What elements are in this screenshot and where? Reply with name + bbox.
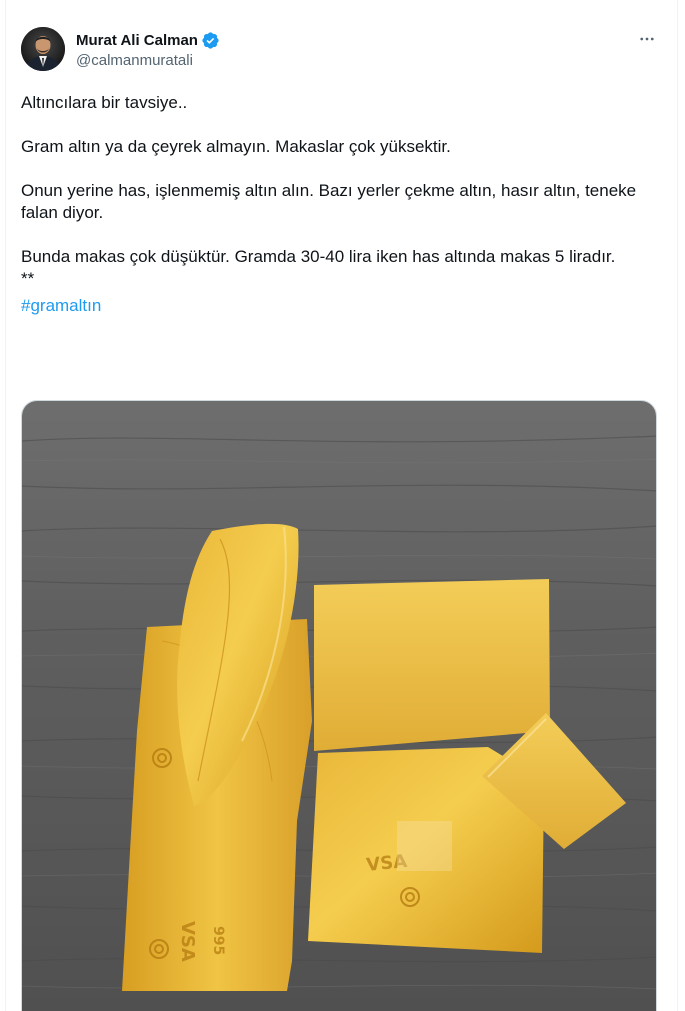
tweet-header: Murat Ali Calman @calmanmuratali bbox=[21, 27, 662, 75]
tweet-line-4: Bunda makas çok düşüktür. Gramda 30-40 l… bbox=[21, 247, 616, 266]
gold-photo-image: VSA 995 VSA bbox=[22, 401, 656, 1011]
author-handle[interactable]: @calmanmuratali bbox=[76, 52, 220, 69]
name-row: Murat Ali Calman bbox=[76, 30, 220, 50]
hashtag-link[interactable]: #gramaltın bbox=[21, 296, 101, 315]
tweet-text: Altıncılara bir tavsiye.. Gram altın ya … bbox=[21, 92, 662, 317]
stamp-text-vsa: VSA bbox=[177, 921, 198, 962]
tweet-line-5: ** bbox=[21, 269, 35, 288]
tweet-card: Murat Ali Calman @calmanmuratali Altıncı… bbox=[5, 0, 678, 1011]
author-names: Murat Ali Calman @calmanmuratali bbox=[76, 30, 220, 69]
tweet-line-3: Onun yerine has, işlenmemiş altın alın. … bbox=[21, 181, 637, 222]
tweet-line-1: Altıncılara bir tavsiye.. bbox=[21, 93, 188, 112]
more-horizontal-icon[interactable] bbox=[634, 29, 660, 49]
verified-badge-icon[interactable] bbox=[201, 31, 220, 50]
avatar[interactable] bbox=[21, 27, 65, 71]
author-display-name[interactable]: Murat Ali Calman bbox=[76, 32, 198, 49]
tweet-line-2: Gram altın ya da çeyrek almayın. Makasla… bbox=[21, 137, 451, 156]
stamp-text-995: 995 bbox=[210, 926, 226, 955]
avatar-image bbox=[21, 27, 65, 71]
tweet-photo[interactable]: VSA 995 VSA bbox=[21, 400, 657, 1011]
